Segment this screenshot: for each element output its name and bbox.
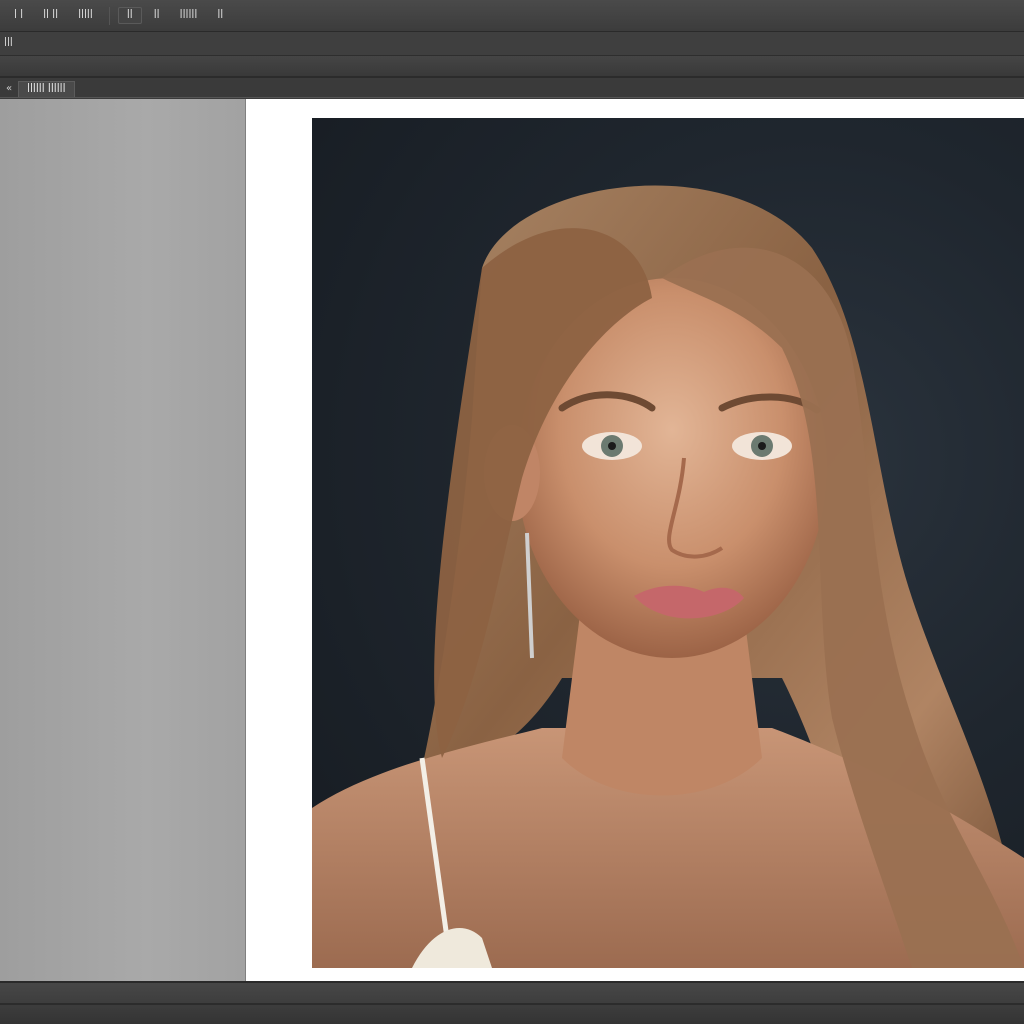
left-pupil: [608, 442, 616, 450]
portrait-photo: [312, 118, 1024, 968]
panel-collapse-icon[interactable]: «: [0, 83, 18, 94]
menu-item-2[interactable]: ꟾꟾ ꟾꟾ: [35, 8, 66, 23]
document-tab-bar: « ꟾꟾꟾꟾꟾꟾ ꟾꟾꟾꟾꟾꟾ: [0, 80, 1024, 98]
menu-item-4[interactable]: ꟾꟾ: [117, 7, 142, 24]
menu-item-6[interactable]: ꟾꟾꟾꟾꟾꟾ: [172, 8, 206, 23]
menu-item-7[interactable]: ꟾꟾ: [209, 8, 231, 23]
menu-item-1[interactable]: ꟾ ꟾ: [6, 8, 31, 23]
toolbar-strip: [0, 56, 1024, 78]
right-pupil: [758, 442, 766, 450]
menu-bar: ꟾ ꟾ ꟾꟾ ꟾꟾ ꟾꟾꟾꟾꟾ ꟾꟾ ꟾꟾ ꟾꟾꟾꟾꟾꟾ ꟾꟾ: [0, 0, 1024, 32]
menu-separator: [108, 6, 110, 25]
status-bar-divider: [0, 1003, 1024, 1005]
menu-item-3[interactable]: ꟾꟾꟾꟾꟾ: [70, 8, 101, 23]
left-panel: [0, 99, 246, 981]
status-bar: [0, 981, 1024, 1024]
menu-item-5[interactable]: ꟾꟾ: [146, 8, 168, 23]
portrait-illustration: [312, 185, 1024, 968]
document-tab[interactable]: ꟾꟾꟾꟾꟾꟾ ꟾꟾꟾꟾꟾꟾ: [18, 80, 75, 97]
options-bar: ꟾꟾꟾ: [0, 32, 1024, 56]
options-bar-label[interactable]: ꟾꟾꟾ: [4, 38, 13, 49]
